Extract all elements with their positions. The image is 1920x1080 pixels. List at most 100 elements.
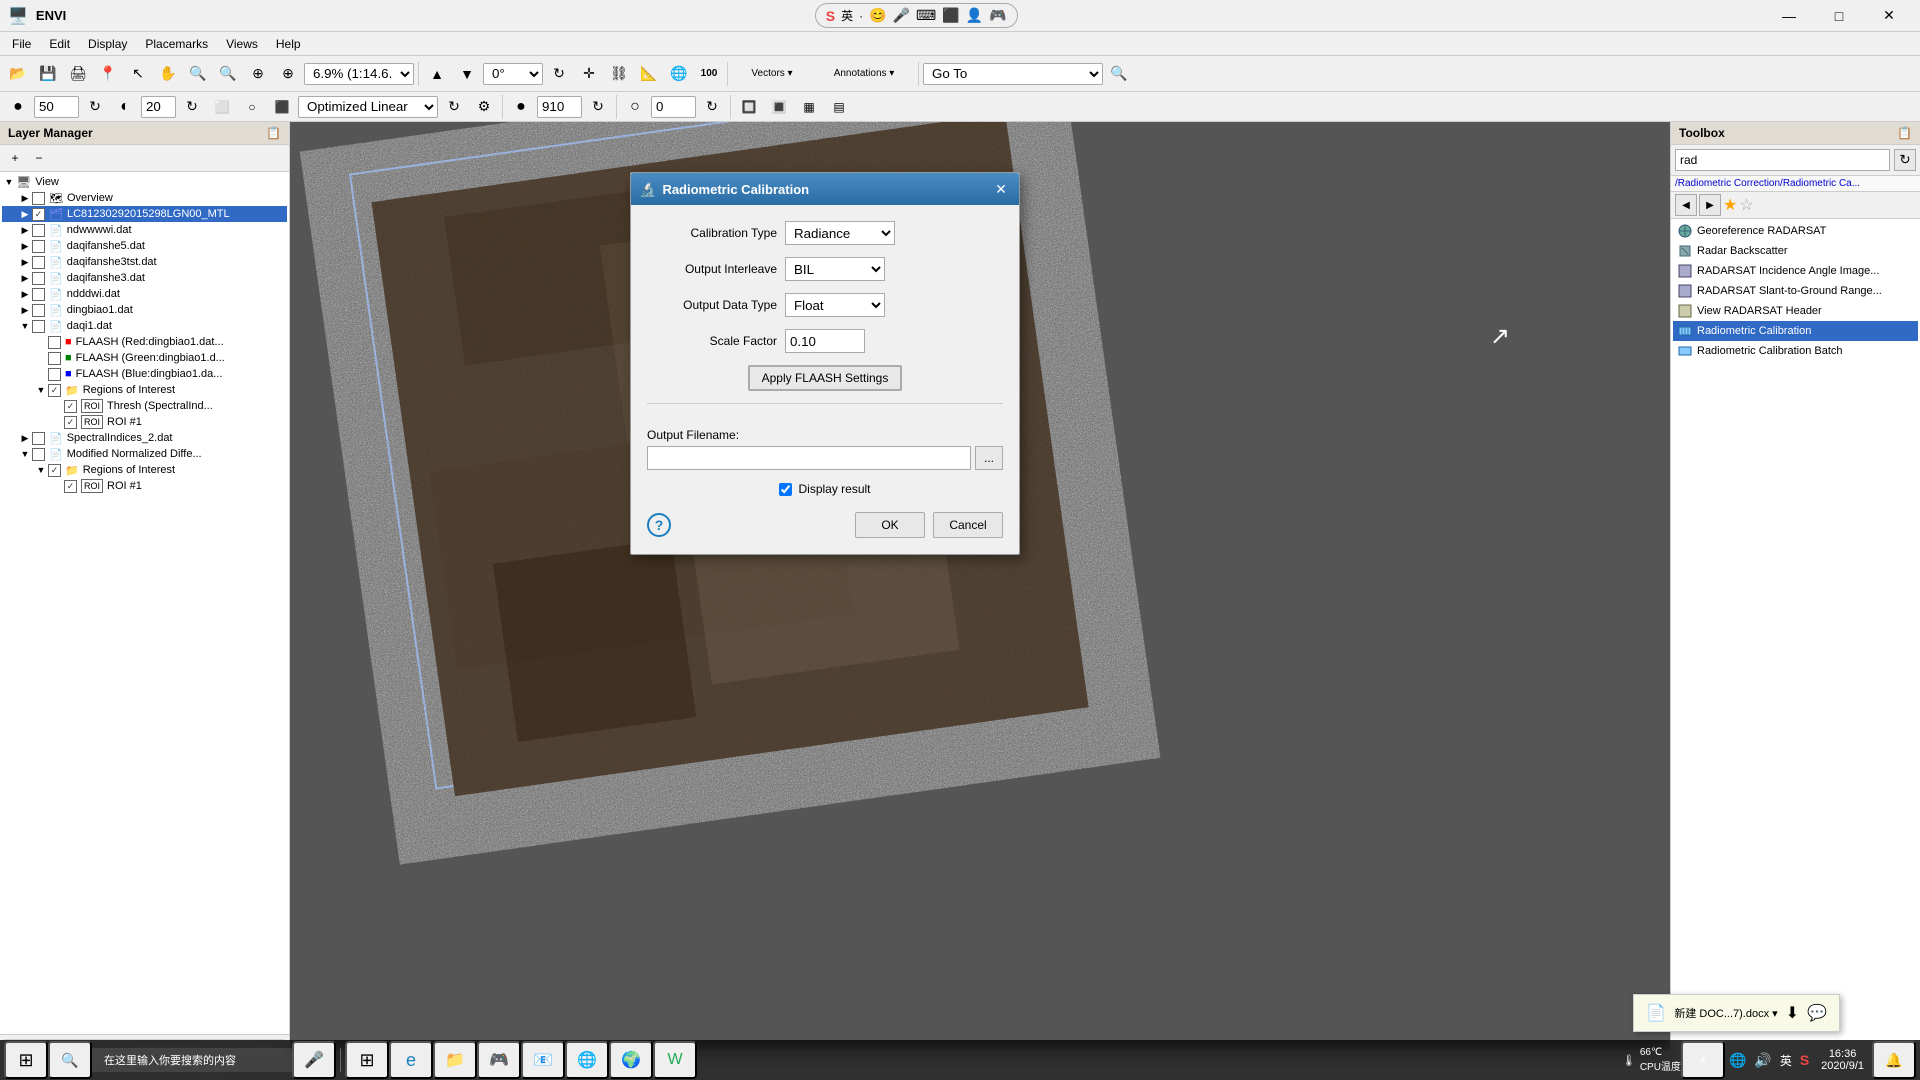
expander-mndiff[interactable]: ▼ (18, 447, 32, 461)
toolbox-item-radiometric-cal[interactable]: Radiometric Calibration (1673, 321, 1918, 341)
expander-ndw[interactable]: ▶ (18, 223, 32, 237)
apply-flaash-btn[interactable]: Apply FLAASH Settings (748, 365, 903, 391)
menu-edit[interactable]: Edit (41, 35, 78, 53)
print-btn[interactable]: 🖨 (64, 60, 92, 88)
rotation-combo[interactable]: 0° (483, 63, 543, 85)
notification-file-icon1[interactable]: ⬇ (1786, 1003, 1799, 1023)
expander-dq5[interactable]: ▶ (18, 239, 32, 253)
output-data-type-select[interactable]: Float Integer Long Double (785, 293, 885, 317)
chk-roi2[interactable] (48, 464, 61, 477)
tray-notification-btn[interactable]: 🔔 (1872, 1041, 1916, 1079)
rot-btn[interactable]: ↻ (545, 60, 573, 88)
minimize-btn[interactable]: — (1766, 0, 1812, 32)
ok-btn[interactable]: OK (855, 512, 925, 538)
menu-help[interactable]: Help (268, 35, 309, 53)
chk-ndw[interactable] (32, 224, 45, 237)
sharpen-input[interactable] (537, 96, 582, 118)
tree-item-spectral[interactable]: ▶ 📄 SpectralIndices_2.dat (2, 430, 287, 446)
tree-item-flaash-green[interactable]: ■ FLAASH (Green:dingbiao1.d... (2, 350, 287, 366)
annotations-dropdown[interactable]: Annotations ▾ (814, 60, 914, 88)
tree-item-roi-folder2[interactable]: ▼ 📁 Regions of Interest (2, 462, 287, 478)
num-btn[interactable]: 100 (695, 60, 723, 88)
browse-btn[interactable]: ... (975, 446, 1003, 470)
chk-roi1[interactable] (48, 384, 61, 397)
menu-placemarks[interactable]: Placemarks (137, 35, 216, 53)
arrow-btn[interactable]: ↖ (124, 60, 152, 88)
chk-flaash-red[interactable] (48, 336, 61, 349)
expander-dingbiao1[interactable]: ▶ (18, 303, 32, 317)
toolbox-star2[interactable]: ☆ (1739, 195, 1753, 215)
chk-ndddwi[interactable] (32, 288, 45, 301)
stretch-combo[interactable]: Optimized Linear (298, 96, 438, 118)
toolbox-item-georef[interactable]: Georeference RADARSAT (1673, 221, 1918, 241)
vectors-dropdown[interactable]: Vectors ▾ (732, 60, 812, 88)
zoom-combo[interactable]: 6.9% (1:14.6...) (304, 63, 414, 85)
expander-ndddwi[interactable]: ▶ (18, 287, 32, 301)
start-btn[interactable]: ⊞ (4, 1041, 48, 1079)
tb2-icon3[interactable]: ▦ (795, 93, 823, 121)
stretch-settings[interactable]: ⚙ (470, 93, 498, 121)
expander-spectral[interactable]: ▶ (18, 431, 32, 445)
marker-btn[interactable]: 📍 (94, 60, 122, 88)
chk-flaash-green[interactable] (48, 352, 61, 365)
tree-item-thresh[interactable]: ROI Thresh (SpectralInd... (2, 398, 287, 414)
taskbar-search-bar[interactable]: 在这里输入你要搜索的内容 (92, 1048, 292, 1072)
coord-btn[interactable]: 🌐 (665, 60, 693, 88)
chain-btn[interactable]: ⛓ (605, 60, 633, 88)
toolbox-star1[interactable]: ★ (1723, 195, 1737, 215)
tb2-refresh1[interactable]: ↻ (81, 93, 109, 121)
tree-item-dq5[interactable]: ▶ 📄 daqifanshe5.dat (2, 238, 287, 254)
zoom-pct-input[interactable] (34, 96, 79, 118)
maximize-btn[interactable]: □ (1816, 0, 1862, 32)
chk-dq3[interactable] (32, 272, 45, 285)
tb2-icon4[interactable]: ▤ (825, 93, 853, 121)
pan-btn[interactable]: ✋ (154, 60, 182, 88)
tree-item-flaash-blue[interactable]: ■ FLAASH (Blue:dingbiao1.da... (2, 366, 287, 382)
tree-item-ndddwi[interactable]: ▶ 📄 ndddwi.dat (2, 286, 287, 302)
toolbox-refresh-btn[interactable]: ↻ (1894, 149, 1916, 171)
goto-combo[interactable]: Go To (923, 63, 1103, 85)
tree-item-roi1b[interactable]: ROI ROI #1 (2, 478, 287, 494)
tree-item-dq3t[interactable]: ▶ 📄 daqifanshe3tst.dat (2, 254, 287, 270)
zoom-up-btn[interactable]: ▲ (423, 60, 451, 88)
taskbar-explorer-btn[interactable]: 📁 (433, 1041, 477, 1079)
tb2-box-btn[interactable]: ⬜ (208, 93, 236, 121)
ruler-btn[interactable]: 📐 (635, 60, 663, 88)
goto-search-btn[interactable]: 🔍 (1105, 60, 1133, 88)
sogou-box[interactable]: ⬛ (942, 7, 959, 24)
expander-roi1[interactable]: ▼ (34, 383, 48, 397)
tree-item-dq3[interactable]: ▶ 📄 daqifanshe3.dat (2, 270, 287, 286)
chk-roi1a[interactable] (64, 416, 77, 429)
expander-view[interactable]: ▼ (2, 175, 16, 189)
sogou-user[interactable]: 👤 (966, 7, 983, 24)
tray-cpu-icon[interactable]: 🌡 (1618, 1054, 1640, 1067)
toolbox-options-btn[interactable]: 📋 (1897, 126, 1912, 140)
sharpen-refresh[interactable]: ↻ (584, 93, 612, 121)
chk-roi1b[interactable] (64, 480, 77, 493)
chk-daqi1[interactable] (32, 320, 45, 333)
chk-thresh[interactable] (64, 400, 77, 413)
tray-sogou-btn[interactable]: S (1796, 1052, 1813, 1068)
sogou-lang[interactable]: 英 (841, 7, 853, 24)
sogou-kbd[interactable]: ⌨ (916, 7, 936, 24)
expander-dq3t[interactable]: ▶ (18, 255, 32, 269)
tree-item-roi-folder1[interactable]: ▼ 📁 Regions of Interest (2, 382, 287, 398)
taskbar-ie-btn[interactable]: e (389, 1041, 433, 1079)
sogou-mic[interactable]: 🎤 (893, 7, 910, 24)
save-btn[interactable]: 💾 (34, 60, 62, 88)
display-result-checkbox[interactable] (779, 483, 792, 496)
notification-file-icon2[interactable]: 💬 (1807, 1003, 1827, 1023)
tree-item-dingbiao1[interactable]: ▶ 📄 dingbiao1.dat (2, 302, 287, 318)
dialog-close-btn[interactable]: ✕ (991, 179, 1011, 199)
tray-volume-icon[interactable]: 🔊 (1750, 1052, 1775, 1069)
taskbar-app2-btn[interactable]: 📧 (521, 1041, 565, 1079)
chk-lc8[interactable] (32, 208, 45, 221)
tree-item-overview[interactable]: ▶ 🗺 Overview (2, 190, 287, 206)
layer-manager-options-btn[interactable]: 📋 (266, 126, 281, 140)
sogou-emoji[interactable]: 😊 (869, 7, 886, 24)
taskbar-word-btn[interactable]: W (653, 1041, 697, 1079)
tree-item-mndiff[interactable]: ▼ 📄 Modified Normalized Diffe... (2, 446, 287, 462)
sogou-game[interactable]: 🎮 (989, 7, 1006, 24)
tb2-input2[interactable] (141, 96, 176, 118)
output-filename-input[interactable] (647, 446, 971, 470)
